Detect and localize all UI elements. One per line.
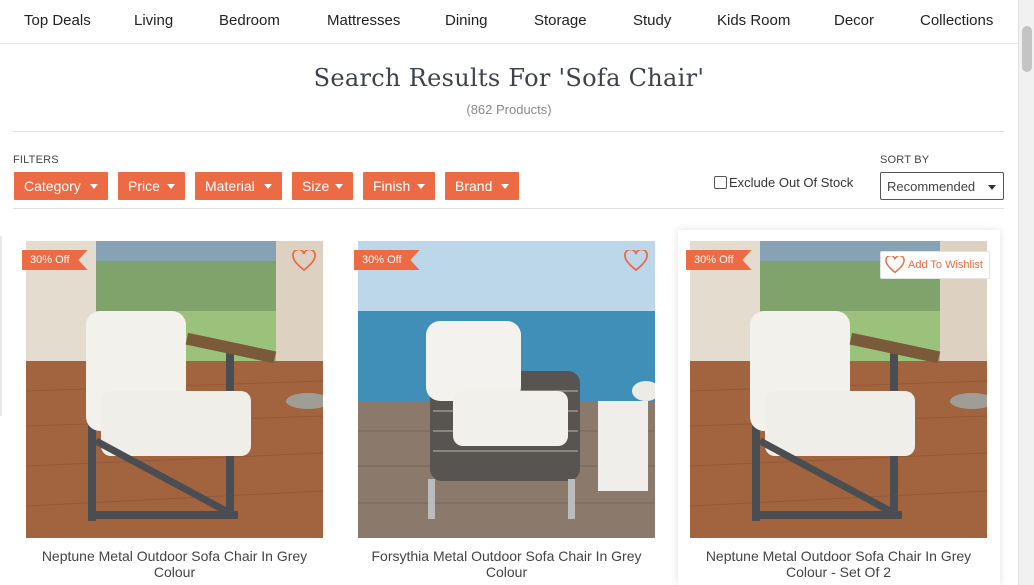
divider-filters bbox=[13, 208, 1004, 209]
top-nav: Top Deals Living Bedroom Mattresses Dini… bbox=[0, 0, 1018, 44]
nav-kids-room[interactable]: Kids Room bbox=[717, 12, 790, 29]
caret-down-icon bbox=[417, 184, 425, 189]
nav-study[interactable]: Study bbox=[633, 12, 671, 29]
filter-size[interactable]: Size bbox=[292, 172, 353, 200]
product-image[interactable] bbox=[690, 241, 987, 538]
product-name[interactable]: Neptune Metal Outdoor Sofa Chair In Grey… bbox=[690, 548, 987, 580]
heart-outline-icon bbox=[885, 256, 905, 274]
result-count: (862 Products) bbox=[466, 102, 552, 117]
discount-badge: 30% Off bbox=[686, 250, 752, 270]
filter-category-label: Category bbox=[24, 178, 81, 194]
product-name[interactable]: Neptune Metal Outdoor Sofa Chair In Grey… bbox=[26, 548, 323, 580]
caret-down-icon bbox=[264, 184, 272, 189]
exclude-out-of-stock[interactable]: Exclude Out Of Stock bbox=[714, 175, 853, 190]
nav-mattresses[interactable]: Mattresses bbox=[327, 12, 400, 29]
heart-outline-icon[interactable] bbox=[624, 248, 648, 272]
divider-top bbox=[13, 131, 1004, 132]
add-to-wishlist-label: Add To Wishlist bbox=[908, 259, 983, 271]
filter-finish-label: Finish bbox=[373, 178, 411, 194]
nav-top-deals[interactable]: Top Deals bbox=[24, 12, 91, 29]
caret-down-icon bbox=[90, 184, 98, 189]
nav-collections[interactable]: Collections bbox=[920, 12, 993, 29]
nav-living[interactable]: Living bbox=[134, 12, 173, 29]
caret-down-icon bbox=[167, 184, 175, 189]
product-name[interactable]: Forsythia Metal Outdoor Sofa Chair In Gr… bbox=[358, 548, 655, 580]
filter-material-label: Material bbox=[205, 178, 255, 194]
page-title: Search Results For 'Sofa Chair' bbox=[313, 64, 705, 92]
add-to-wishlist-button[interactable]: Add To Wishlist bbox=[880, 251, 990, 279]
product-card[interactable]: 30% Off Add To Wishlist Neptune Metal Ou… bbox=[678, 230, 1000, 585]
nav-dining[interactable]: Dining bbox=[445, 12, 488, 29]
caret-down-icon bbox=[335, 184, 343, 189]
sort-by-label: SORT BY bbox=[880, 154, 930, 166]
nav-decor[interactable]: Decor bbox=[834, 12, 874, 29]
heart-outline-icon[interactable] bbox=[292, 248, 316, 272]
scrollbar-thumb[interactable] bbox=[1022, 26, 1032, 72]
exclude-out-of-stock-label: Exclude Out Of Stock bbox=[729, 175, 854, 190]
filter-size-label: Size bbox=[302, 178, 330, 194]
sort-select[interactable]: Recommended bbox=[880, 172, 1004, 200]
product-card[interactable]: 30% Off Neptune Metal Outdoor Sofa Chair… bbox=[14, 230, 336, 585]
nav-storage[interactable]: Storage bbox=[534, 12, 587, 29]
filter-brand-label: Brand bbox=[455, 178, 493, 194]
product-image[interactable] bbox=[358, 241, 655, 538]
filters-label: FILTERS bbox=[13, 154, 59, 166]
page-scrollbar[interactable] bbox=[1018, 0, 1034, 585]
filter-material[interactable]: Material bbox=[195, 172, 282, 200]
filter-finish[interactable]: Finish bbox=[363, 172, 435, 200]
filter-price[interactable]: Price bbox=[118, 172, 185, 200]
discount-badge: 30% Off bbox=[22, 250, 88, 270]
product-card[interactable]: 30% Off Forsythia Metal Outdoor Sofa Cha… bbox=[346, 230, 668, 585]
nav-bedroom[interactable]: Bedroom bbox=[219, 12, 280, 29]
sort-select-value: Recommended bbox=[887, 179, 976, 194]
caret-down-icon bbox=[501, 184, 509, 189]
filter-brand[interactable]: Brand bbox=[445, 172, 519, 200]
filter-category[interactable]: Category bbox=[14, 172, 108, 200]
discount-badge: 30% Off bbox=[354, 250, 420, 270]
carousel-left-edge bbox=[0, 236, 2, 416]
exclude-out-of-stock-checkbox[interactable] bbox=[714, 176, 727, 189]
product-image[interactable] bbox=[26, 241, 323, 538]
filter-price-label: Price bbox=[128, 178, 160, 194]
caret-down-icon bbox=[988, 185, 996, 190]
